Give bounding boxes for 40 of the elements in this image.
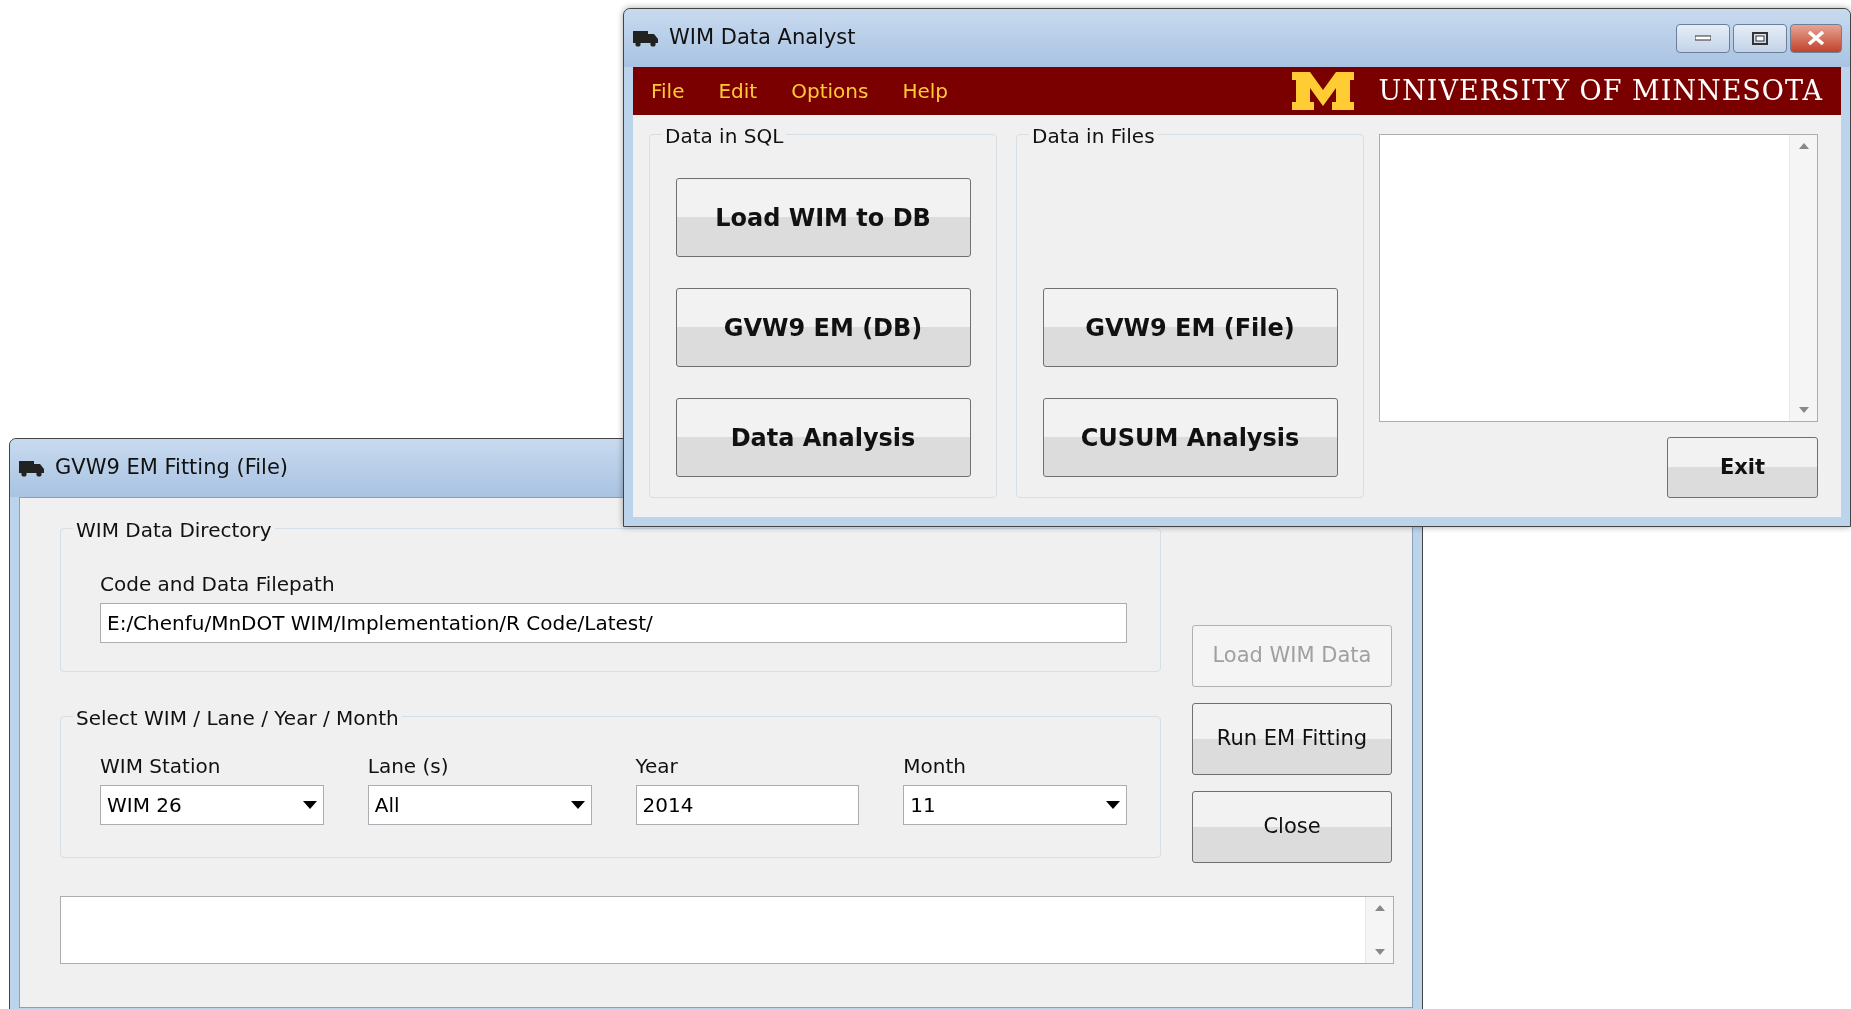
action-button[interactable]: GVW9 EM (DB): [675, 288, 971, 367]
university-name: UNIVERSITY OF MINNESOTA: [1378, 73, 1823, 108]
field-label: Code and Data Filepath: [100, 571, 336, 598]
dropdown[interactable]: WIM 26: [100, 785, 324, 825]
dialog-button[interactable]: Close: [1192, 791, 1392, 863]
menu-item[interactable]: File: [651, 76, 685, 106]
close-icon: [1807, 31, 1825, 45]
action-button[interactable]: Data Analysis: [675, 398, 971, 477]
filepath-field[interactable]: E:/Chenfu/MnDOT WIM/Implementation/R Code/Latest/: [100, 603, 1127, 643]
close-button[interactable]: [1790, 23, 1842, 53]
field-label: WIM Station: [100, 753, 222, 780]
truck-icon: [18, 459, 45, 477]
text-field[interactable]: 2014: [635, 785, 860, 825]
field-label: Lane (s): [367, 753, 450, 780]
menu-item[interactable]: Options: [791, 76, 869, 106]
field-label: Year: [635, 753, 679, 780]
field-label: Month: [903, 753, 967, 780]
dropdown[interactable]: 11: [903, 785, 1127, 825]
exit-button[interactable]: Exit: [1667, 437, 1818, 498]
restore-icon: [1752, 31, 1768, 45]
menu-item[interactable]: Edit: [718, 76, 758, 106]
scroll-down-icon[interactable]: [1798, 407, 1809, 413]
dropdown-arrow-icon: [1106, 801, 1120, 809]
action-button[interactable]: CUSUM Analysis: [1042, 398, 1338, 477]
maximize-button[interactable]: [1733, 23, 1787, 53]
dropdown-arrow-icon: [302, 801, 317, 809]
action-button[interactable]: GVW9 EM (File): [1042, 288, 1338, 367]
dropdown[interactable]: All: [367, 785, 592, 825]
output-textbox[interactable]: [60, 896, 1394, 964]
window-title: WIM Data Analyst: [669, 24, 856, 52]
minimize-icon: [1695, 35, 1711, 41]
truck-icon: [632, 29, 659, 47]
menu-item[interactable]: Help: [902, 76, 948, 106]
dialog-button[interactable]: Run EM Fitting: [1192, 703, 1392, 775]
window-title: GVW9 EM Fitting (File): [55, 454, 289, 482]
action-button[interactable]: Load WIM to DB: [675, 178, 971, 257]
scroll-up-icon[interactable]: [1374, 905, 1385, 911]
scroll-down-icon[interactable]: [1374, 949, 1385, 955]
scroll-up-icon[interactable]: [1798, 143, 1809, 149]
dropdown-arrow-icon: [570, 801, 585, 809]
